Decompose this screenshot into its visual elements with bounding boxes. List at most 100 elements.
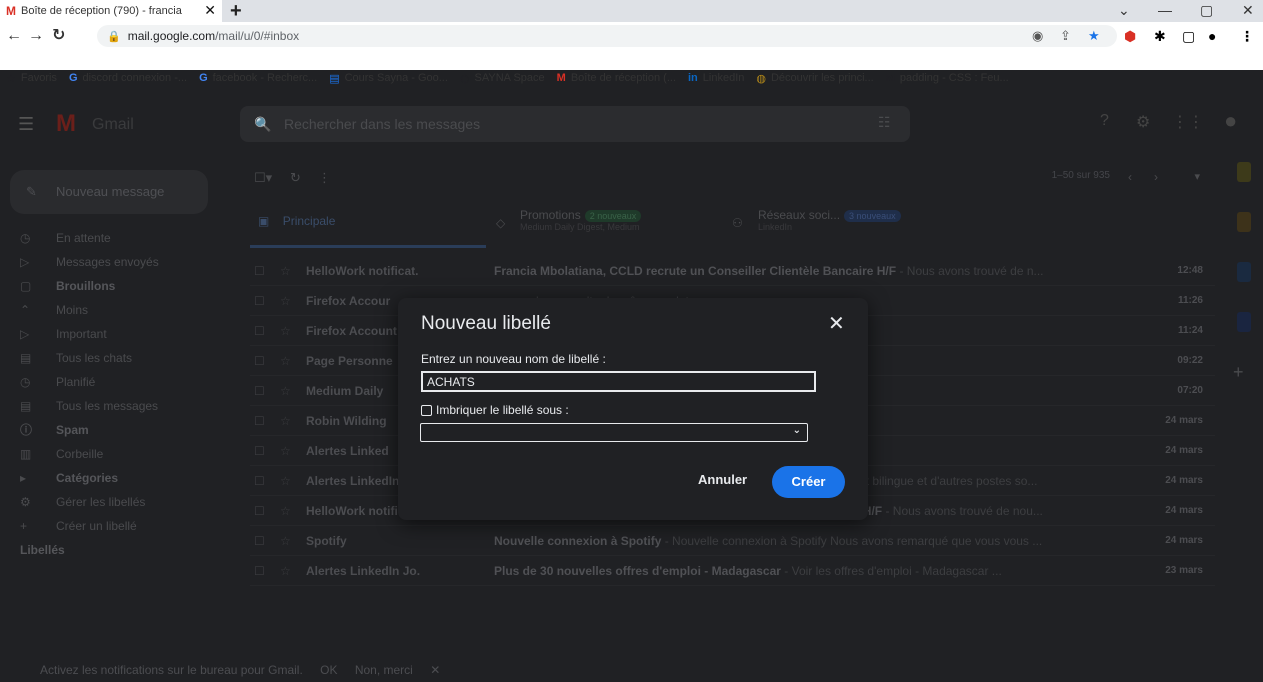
row-checkbox[interactable]: ☐	[254, 556, 265, 585]
restore-button[interactable]: ▢	[1200, 0, 1213, 22]
label-name-input[interactable]	[421, 371, 816, 392]
sidebar-item[interactable]: ▢ Brouillons	[0, 274, 220, 298]
tasks-icon[interactable]	[1237, 262, 1251, 282]
star-icon[interactable]: ☆	[280, 256, 291, 285]
eye-icon[interactable]: ◉	[1032, 25, 1043, 47]
reload-icon[interactable]: ↻	[52, 26, 65, 46]
sidebar-item[interactable]: ▥ Corbeille	[0, 442, 220, 466]
main-menu-icon[interactable]: ☰	[18, 114, 34, 135]
star-icon[interactable]: ☆	[280, 436, 291, 465]
bookmark-item[interactable]: Gdiscord connexion -...	[69, 72, 187, 84]
sidebar-item[interactable]: ▷ Messages envoyés	[0, 250, 220, 274]
refresh-icon[interactable]: ↻	[290, 170, 301, 186]
bookmark-item[interactable]: in LinkedIn	[688, 72, 744, 84]
row-checkbox[interactable]: ☐	[254, 526, 265, 555]
search-input[interactable]: 🔍 Rechercher dans les messages	[240, 106, 910, 142]
bookmark-item[interactable]: Gfacebook - Recherc...	[199, 72, 317, 84]
tab-social[interactable]: ⚇ Réseaux soci... 3 nouveaux LinkedIn	[718, 204, 950, 248]
sidepanel-icon[interactable]: ▢	[1182, 26, 1195, 46]
email-row[interactable]: ☐ ☆ HelloWork notificat. Francia Mbolatiana…	[250, 256, 1215, 286]
apps-grid-icon[interactable]: ⋮⋮	[1172, 112, 1204, 132]
row-checkbox[interactable]: ☐	[254, 376, 265, 405]
star-icon[interactable]: ☆	[280, 466, 291, 495]
back-icon[interactable]: ←	[6, 26, 22, 46]
close-icon[interactable]: ✕	[828, 311, 845, 336]
star-icon[interactable]: ☆	[280, 406, 291, 435]
star-icon[interactable]: ☆	[280, 526, 291, 555]
calendar-icon[interactable]	[1237, 162, 1251, 182]
row-checkbox[interactable]: ☐	[254, 436, 265, 465]
search-icon[interactable]: 🔍	[254, 106, 271, 142]
sidebar-item[interactable]: ⌃ Moins	[0, 298, 220, 322]
cancel-button[interactable]: Annuler	[698, 472, 747, 487]
bookmark-item[interactable]: ◍ Découvrir les princi...	[756, 72, 873, 85]
prev-page-icon[interactable]: ‹	[1128, 170, 1132, 184]
browser-tab[interactable]: M Boîte de réception (790) - francia ✕	[0, 0, 222, 22]
parent-label-select[interactable]: ⌄	[420, 423, 808, 442]
window-close-button[interactable]: ✕	[1242, 0, 1254, 22]
star-icon[interactable]: ☆	[280, 346, 291, 375]
profile-avatar-icon[interactable]: ●	[1208, 26, 1216, 46]
tab-social-label: Réseaux soci...	[758, 208, 841, 222]
sidebar-item[interactable]: ▤ Tous les messages	[0, 394, 220, 418]
contacts-icon[interactable]	[1237, 312, 1251, 332]
menu-kebab-icon[interactable]: ⋮	[1240, 26, 1254, 46]
new-tab-button[interactable]: +	[230, 0, 242, 22]
star-icon[interactable]: ☆	[280, 286, 291, 315]
input-tools-icon[interactable]: ▾	[1194, 170, 1200, 183]
email-row[interactable]: ☐ ☆ Alertes LinkedIn Jo. Plus de 30 nouvell…	[250, 556, 1215, 586]
minimize-button[interactable]: —	[1158, 0, 1172, 22]
bookmark-item[interactable]: M Boîte de réception (...	[557, 72, 676, 84]
search-options-icon[interactable]: ☷	[878, 114, 891, 131]
bookmark-item[interactable]: Mpadding - CSS : Feu...	[886, 72, 1009, 84]
row-checkbox[interactable]: ☐	[254, 256, 265, 285]
sidebar-item[interactable]: ▸ Catégories	[0, 466, 220, 490]
row-checkbox[interactable]: ☐	[254, 406, 265, 435]
row-checkbox[interactable]: ☐	[254, 496, 265, 525]
notification-close-icon[interactable]: ✕	[430, 663, 440, 677]
star-icon[interactable]: ☆	[280, 316, 291, 345]
help-icon[interactable]: ?	[1100, 112, 1109, 130]
notification-ok-button[interactable]: OK	[320, 663, 337, 677]
sidebar-item[interactable]: ⚙ Gérer les libellés	[0, 490, 220, 514]
share-icon[interactable]: ⇪	[1060, 25, 1071, 47]
extensions-icon[interactable]: ✱	[1154, 26, 1166, 46]
sidebar-item[interactable]: ◷ En attente	[0, 226, 220, 250]
tab-promotions[interactable]: ◇ Promotions 2 nouveaux Medium Daily Dige…	[486, 204, 718, 248]
row-checkbox[interactable]: ☐	[254, 316, 265, 345]
adblock-extension-icon[interactable]: ⬢	[1124, 26, 1136, 46]
row-checkbox[interactable]: ☐	[254, 286, 265, 315]
sidebar-item[interactable]: ◷ Planifié	[0, 370, 220, 394]
sidebar-item[interactable]: ▤ Tous les chats	[0, 346, 220, 370]
star-icon[interactable]: ☆	[280, 376, 291, 405]
sidebar-item[interactable]: ▷ Important	[0, 322, 220, 346]
star-icon[interactable]: ☆	[280, 556, 291, 585]
keep-icon[interactable]	[1237, 212, 1251, 232]
tab-search-icon[interactable]: ⌄	[1118, 0, 1130, 22]
bookmark-item[interactable]: ▤ Cours Sayna - Goo...	[329, 72, 448, 85]
next-page-icon[interactable]: ›	[1154, 170, 1158, 184]
bookmark-item[interactable]: ◉ SAYNA Space	[460, 72, 545, 85]
notification-no-button[interactable]: Non, merci	[355, 663, 413, 677]
row-checkbox[interactable]: ☐	[254, 346, 265, 375]
nest-label-option[interactable]: Imbriquer le libellé sous :	[421, 403, 569, 417]
select-all-checkbox[interactable]: ☐▾	[254, 170, 272, 186]
bookmark-star-icon[interactable]: ★	[1088, 25, 1100, 47]
row-checkbox[interactable]: ☐	[254, 466, 265, 495]
tab-close-icon[interactable]: ✕	[204, 2, 216, 19]
nest-label-checkbox[interactable]	[421, 404, 432, 416]
sidebar-item[interactable]: + Créer un libellé	[0, 514, 220, 538]
forward-icon[interactable]: →	[28, 26, 44, 46]
star-icon[interactable]: ☆	[280, 496, 291, 525]
create-button[interactable]: Créer	[772, 466, 845, 498]
bookmark-item[interactable]: ★ Favoris	[6, 72, 57, 85]
account-avatar[interactable]: ●	[1224, 108, 1237, 134]
compose-button[interactable]: ✎ Nouveau message	[10, 170, 208, 214]
tab-principal[interactable]: ▣ Principale	[250, 204, 486, 248]
address-bar[interactable]: 🔒 mail.google.com/mail/u/0/#inbox	[97, 25, 1117, 47]
email-row[interactable]: ☐ ☆ Spotify Nouvelle connexion à Spotify - …	[250, 526, 1215, 556]
more-icon[interactable]: ⋮	[318, 170, 331, 186]
add-addon-icon[interactable]: +	[1233, 362, 1247, 382]
sidebar-item[interactable]: ⓘ Spam	[0, 418, 220, 442]
settings-icon[interactable]: ⚙	[1136, 112, 1150, 132]
